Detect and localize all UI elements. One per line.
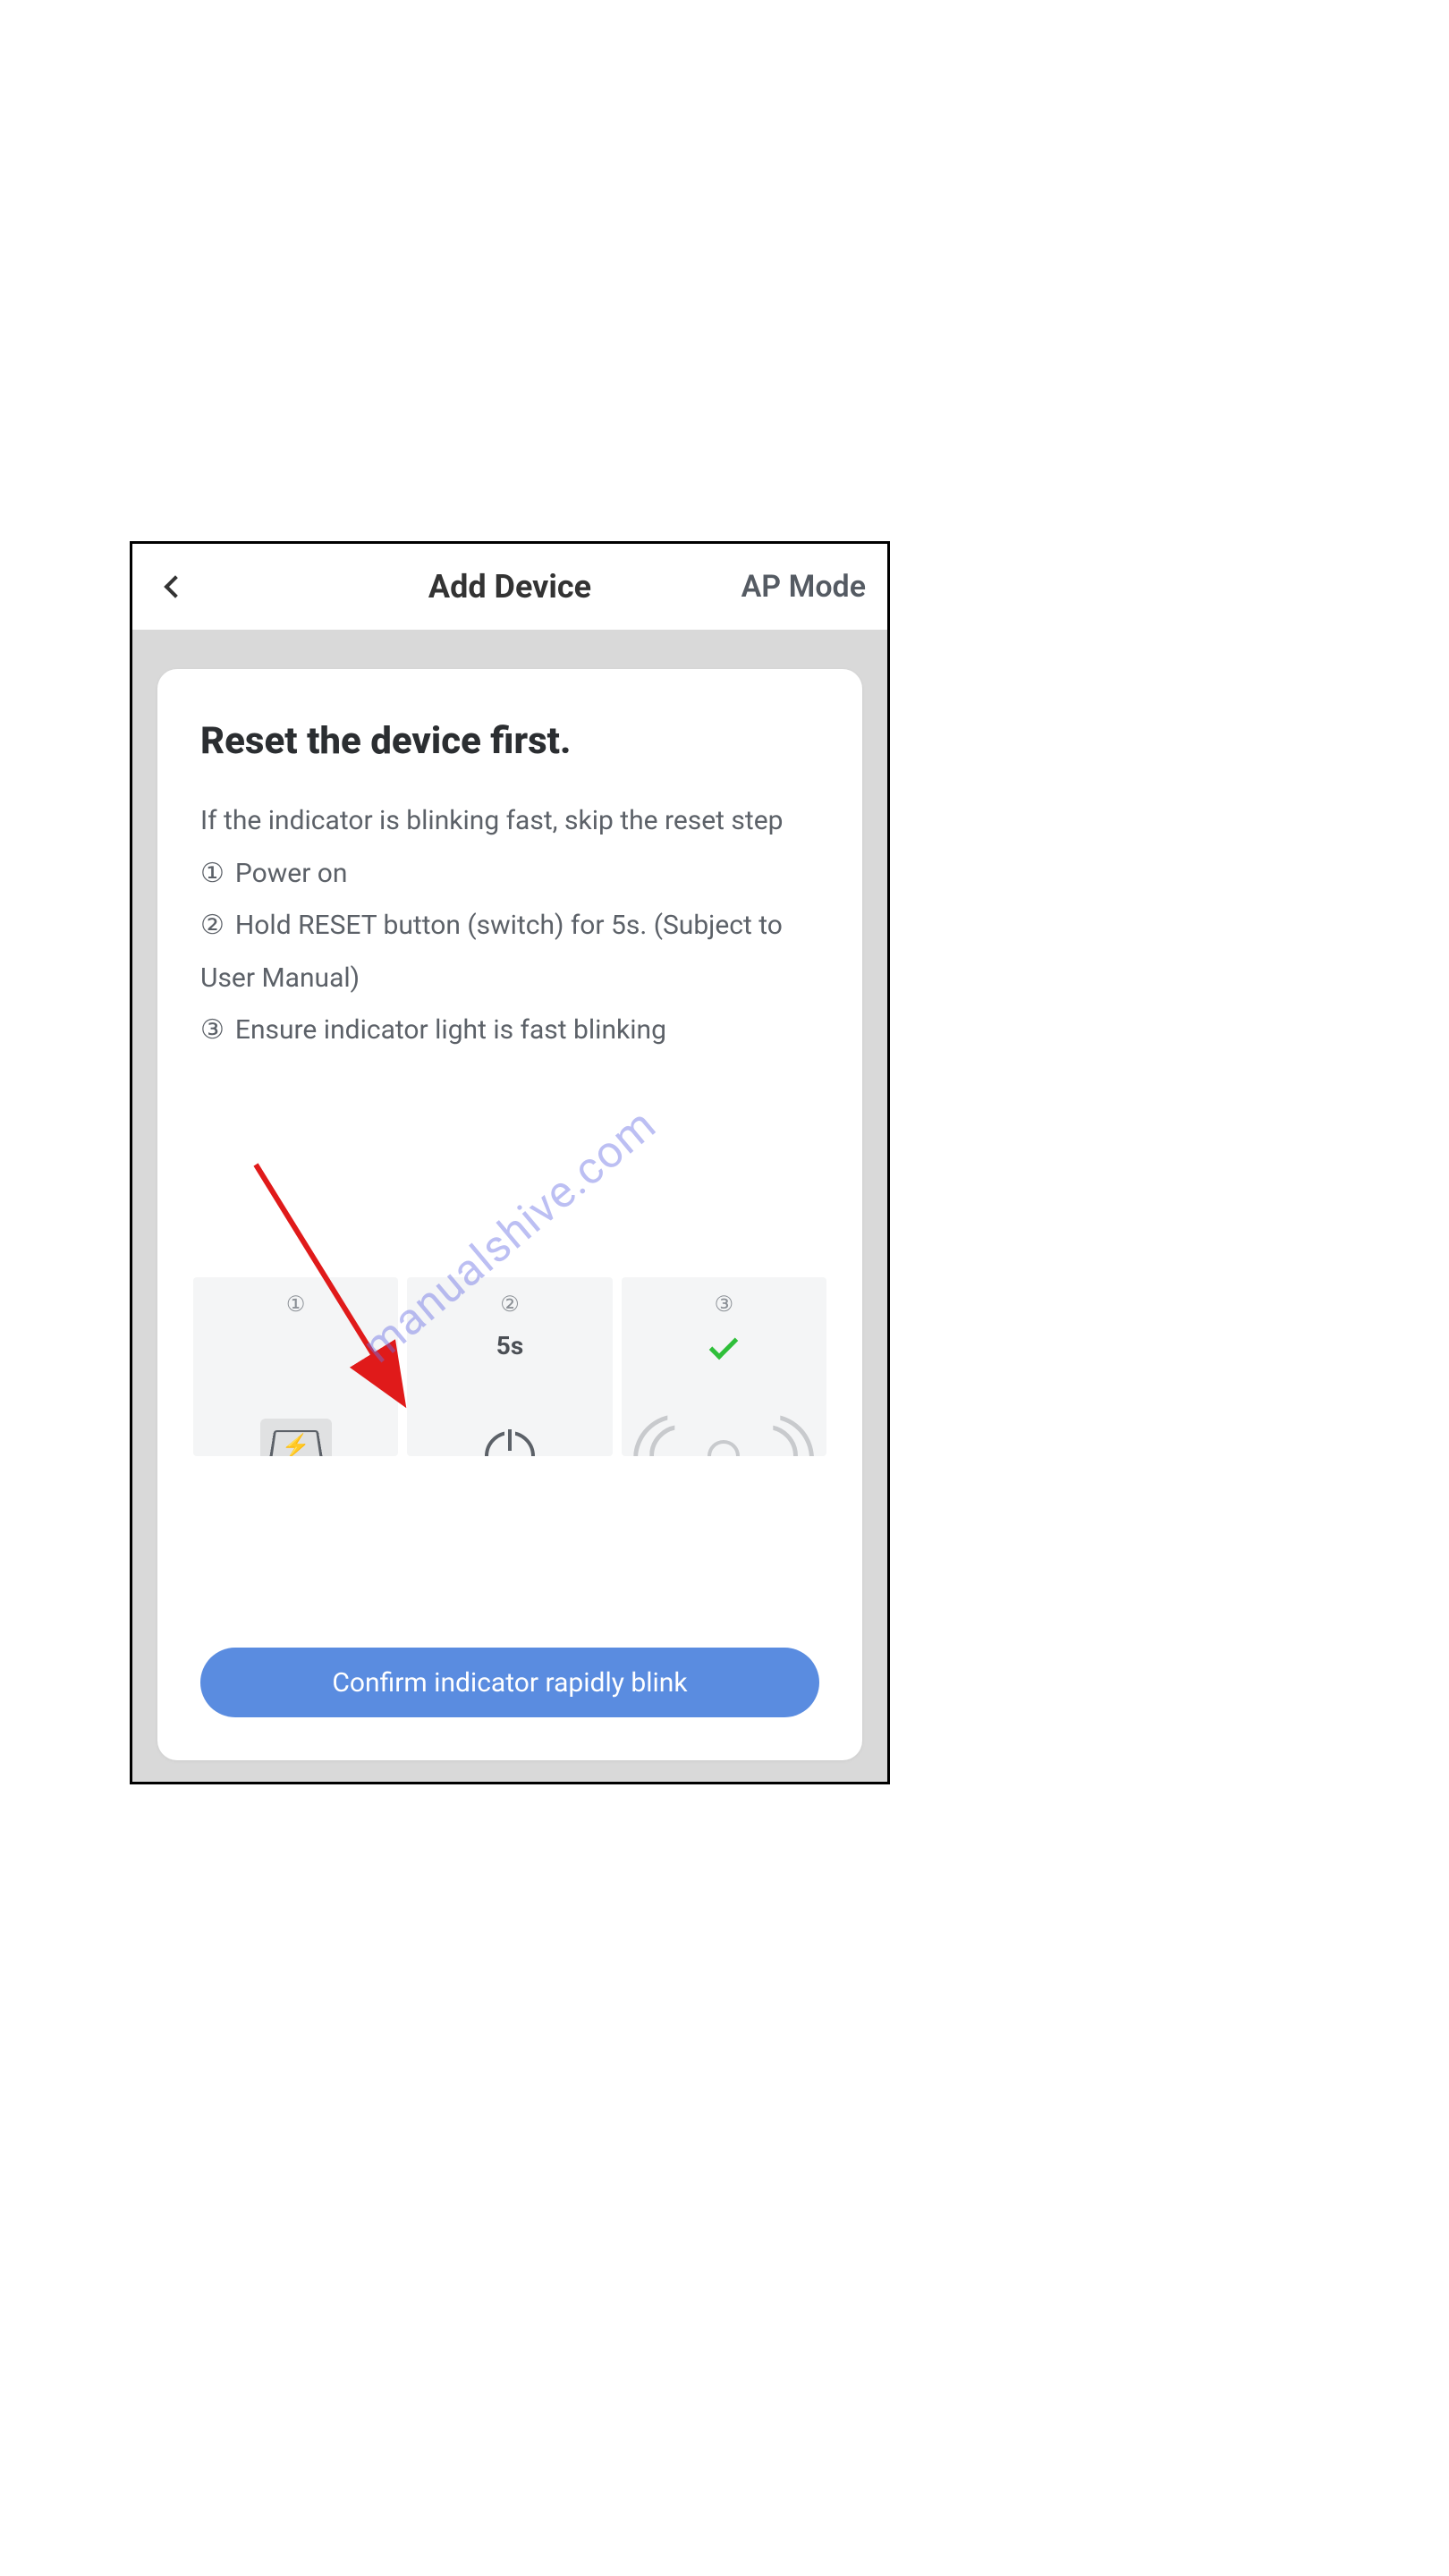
- tile-3: ③: [622, 1277, 826, 1456]
- chevron-left-icon: [164, 575, 186, 597]
- tile-3-num: ③: [715, 1292, 734, 1317]
- page-title: Add Device: [428, 568, 591, 606]
- tile-2-label: 5s: [496, 1331, 523, 1360]
- step-1: ① Power on: [200, 848, 819, 901]
- phone-frame: Add Device AP Mode Reset the device firs…: [130, 541, 890, 1784]
- back-button[interactable]: [154, 565, 197, 608]
- intro-text: If the indicator is blinking fast, skip …: [200, 795, 819, 848]
- step-2-text: Hold RESET button (switch) for 5s. (Subj…: [200, 910, 783, 994]
- step-1-text: Power on: [235, 858, 348, 889]
- card-title: Reset the device first.: [200, 719, 819, 763]
- step-num-3: ③: [200, 1004, 225, 1057]
- ap-mode-link[interactable]: AP Mode: [741, 569, 866, 605]
- tile-2: ② 5s: [407, 1277, 612, 1456]
- broadcast-icon: [657, 1419, 791, 1456]
- tile-1: ① ⚡: [193, 1277, 398, 1456]
- card-body: If the indicator is blinking fast, skip …: [200, 795, 819, 1057]
- checkmark-icon: [709, 1331, 739, 1360]
- tile-2-num: ②: [500, 1292, 520, 1317]
- illustration-tiles: ① ⚡ ② 5s ③: [193, 1277, 826, 1456]
- power-icon: [485, 1431, 535, 1456]
- step-3: ③ Ensure indicator light is fast blinking: [200, 1004, 819, 1057]
- title-bar: Add Device AP Mode: [132, 544, 887, 630]
- step-2: ②Hold RESET button (switch) for 5s. (Sub…: [200, 900, 819, 1004]
- plug-icon: ⚡: [260, 1419, 332, 1456]
- reset-card: Reset the device first. If the indicator…: [157, 669, 862, 1760]
- confirm-button[interactable]: Confirm indicator rapidly blink: [200, 1648, 819, 1717]
- step-num-1: ①: [200, 848, 225, 901]
- step-num-2: ②: [200, 900, 225, 953]
- bolt-icon: ⚡: [281, 1434, 309, 1457]
- tile-1-num: ①: [286, 1292, 306, 1317]
- step-3-text: Ensure indicator light is fast blinking: [235, 1014, 666, 1046]
- confirm-button-label: Confirm indicator rapidly blink: [332, 1667, 687, 1699]
